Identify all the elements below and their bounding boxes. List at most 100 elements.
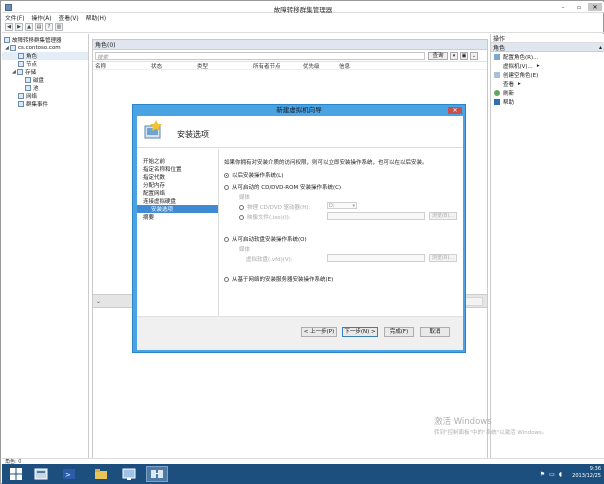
tree-node-networks[interactable]: 网络 xyxy=(2,92,88,100)
tree-node-disks[interactable]: 磁盘 xyxy=(2,76,88,84)
option-physical-drive[interactable]: 物理 CD/DVD 驱动器(H): xyxy=(239,203,310,211)
action-help[interactable]: 帮助 xyxy=(491,97,604,106)
toolbar: ◀ ▶ ▲ ▤ ? ▥ xyxy=(2,22,604,33)
folder-icon xyxy=(95,469,107,479)
query-button[interactable]: 查询 xyxy=(428,52,448,60)
query-dropdown-icon[interactable]: ▾ xyxy=(450,52,458,60)
option-install-later[interactable]: 以后安装操作系统(L) xyxy=(224,171,283,179)
menu-action[interactable]: 操作(A) xyxy=(31,13,51,22)
step-name-location[interactable]: 指定名称和位置 xyxy=(137,165,218,173)
configure-role-icon xyxy=(494,53,500,60)
navigation-tree: 故障转移群集管理器 ◢ cs.contoso.com 角色 节点 ◢ 存储 磁盘… xyxy=(2,34,89,458)
taskbar-server-manager[interactable] xyxy=(30,466,52,482)
column-header[interactable]: 优先级 xyxy=(303,62,339,70)
taskbar-powershell[interactable]: > xyxy=(58,466,80,482)
wizard-title: 新建虚拟机向导 xyxy=(276,106,322,114)
menu-help[interactable]: 帮助(H) xyxy=(86,13,106,22)
action-view[interactable]: 查看 ▸ xyxy=(491,79,604,88)
chevron-down-icon[interactable]: ⌄ xyxy=(96,298,101,305)
expand-icon[interactable]: ⌄ xyxy=(470,52,478,60)
save-query-icon[interactable]: ▣ xyxy=(460,52,468,60)
help-button[interactable]: ? xyxy=(45,23,53,31)
taskbar-hyperv-manager[interactable] xyxy=(118,466,140,482)
action-configure-role[interactable]: 配置角色(R)... xyxy=(491,52,604,61)
cluster-manager-icon xyxy=(4,37,10,43)
flag-icon[interactable]: ⚑ xyxy=(540,471,545,478)
maximize-button[interactable]: ▫ xyxy=(572,3,586,11)
menu-view[interactable]: 查看(V) xyxy=(59,13,79,22)
cluster-manager-icon xyxy=(151,470,163,478)
radio-button[interactable] xyxy=(224,184,229,190)
minimize-button[interactable]: – xyxy=(556,3,570,11)
system-tray: ⚑ ▭ ◖ xyxy=(540,471,562,478)
back-button[interactable]: ◀ xyxy=(5,23,13,31)
network-icon xyxy=(18,93,24,99)
browse-floppy-button[interactable]: 浏览(R)... xyxy=(429,254,457,262)
search-row: 搜索 查询 ▾ ▣ ⌄ xyxy=(93,50,487,62)
tree-node-events[interactable]: 群集事件 xyxy=(2,100,88,108)
column-header[interactable]: 状态 xyxy=(151,62,197,70)
column-header[interactable]: 信息 xyxy=(339,62,379,70)
volume-icon[interactable]: ◖ xyxy=(559,471,562,478)
step-memory[interactable]: 分配内存 xyxy=(137,181,218,189)
drive-select[interactable]: D: ▾ xyxy=(327,202,357,209)
tree-node-storage[interactable]: ◢ 存储 xyxy=(2,68,88,76)
option-image-file[interactable]: 映像文件(.iso)(I): xyxy=(239,213,291,221)
menu-bar: 文件(F) 操作(A) 查看(V) 帮助(H) xyxy=(2,13,604,22)
image-file-input[interactable] xyxy=(327,212,425,220)
collapse-up-icon[interactable]: ▴ xyxy=(599,44,602,51)
tree-node-cluster[interactable]: ◢ cs.contoso.com xyxy=(2,44,88,52)
browse-image-button[interactable]: 浏览(B)... xyxy=(429,212,457,220)
roles-header: 角色(0) xyxy=(93,40,487,50)
column-header[interactable]: 所有者节点 xyxy=(253,62,303,70)
menu-file[interactable]: 文件(F) xyxy=(5,13,24,22)
radio-button[interactable] xyxy=(224,236,229,242)
network-tray-icon[interactable]: ▭ xyxy=(549,471,555,478)
radio-button-disabled[interactable] xyxy=(239,214,244,220)
previous-button[interactable]: < 上一步(P) xyxy=(301,327,337,337)
taskbar-file-explorer[interactable] xyxy=(90,466,112,482)
wizard-content: 如果你拥有对安装介质的访问权限，则可以立即安装操作系统，也可以在以后安装。 以后… xyxy=(224,158,459,318)
action-refresh[interactable]: 刷新 xyxy=(491,88,604,97)
clock[interactable]: 9:36 2013/12/25 xyxy=(572,466,601,480)
start-button[interactable] xyxy=(5,466,27,482)
step-virtual-disk[interactable]: 连接虚拟硬盘 xyxy=(137,197,218,205)
up-button[interactable]: ▲ xyxy=(25,23,33,31)
step-before-you-begin[interactable]: 开始之前 xyxy=(137,157,218,165)
next-button[interactable]: 下一步(N) > xyxy=(342,327,378,337)
step-summary[interactable]: 摘要 xyxy=(137,213,218,221)
server-manager-icon xyxy=(34,468,48,480)
radio-button-selected[interactable] xyxy=(224,172,229,178)
column-header[interactable]: 名称 xyxy=(93,62,151,70)
step-networking[interactable]: 配置网络 xyxy=(137,189,218,197)
wizard-close-button[interactable]: ✕ xyxy=(448,107,462,114)
show-actions-button[interactable]: ▥ xyxy=(55,23,63,31)
finish-button[interactable]: 完成(F) xyxy=(384,327,414,337)
tree-node-manager[interactable]: 故障转移群集管理器 xyxy=(2,36,88,44)
wizard-steps: 开始之前 指定名称和位置 指定代数 分配内存 配置网络 连接虚拟硬盘 安装选项 … xyxy=(137,149,219,316)
radio-button[interactable] xyxy=(224,276,229,282)
option-install-floppy[interactable]: 从可启动软盘安装操作系统(O) xyxy=(224,235,307,243)
forward-button[interactable]: ▶ xyxy=(15,23,23,31)
action-create-empty-role[interactable]: 创建空角色(E) xyxy=(491,70,604,79)
tree-node-roles[interactable]: 角色 xyxy=(2,52,88,60)
cancel-button[interactable]: 取消 xyxy=(420,327,450,337)
radio-button-disabled[interactable] xyxy=(239,204,244,210)
tree-node-pools[interactable]: 池 xyxy=(2,84,88,92)
action-virtual-machine[interactable]: 虚拟机(V)... ▸ xyxy=(491,61,604,70)
option-install-network[interactable]: 从基于网络的安装服务器安装操作系统(E) xyxy=(224,275,333,283)
tree-node-nodes[interactable]: 节点 xyxy=(2,60,88,68)
column-header[interactable]: 类型 xyxy=(197,62,253,70)
taskbar-failover-cluster-manager[interactable] xyxy=(146,466,168,482)
application-window: 故障转移群集管理器 – ▫ ✕ 文件(F) 操作(A) 查看(V) 帮助(H) … xyxy=(0,0,604,484)
actions-section-roles[interactable]: 角色 ▴ xyxy=(491,43,604,52)
step-generation[interactable]: 指定代数 xyxy=(137,173,218,181)
refresh-icon xyxy=(494,89,500,96)
show-tree-button[interactable]: ▤ xyxy=(35,23,43,31)
step-installation-options[interactable]: 安装选项 xyxy=(137,205,218,213)
floppy-file-input[interactable] xyxy=(327,254,425,262)
events-icon xyxy=(18,101,24,107)
option-install-cd-dvd[interactable]: 从可启动的 CD/DVD-ROM 安装操作系统(C) xyxy=(224,183,341,191)
close-button[interactable]: ✕ xyxy=(588,3,602,11)
search-input[interactable]: 搜索 xyxy=(95,52,425,61)
